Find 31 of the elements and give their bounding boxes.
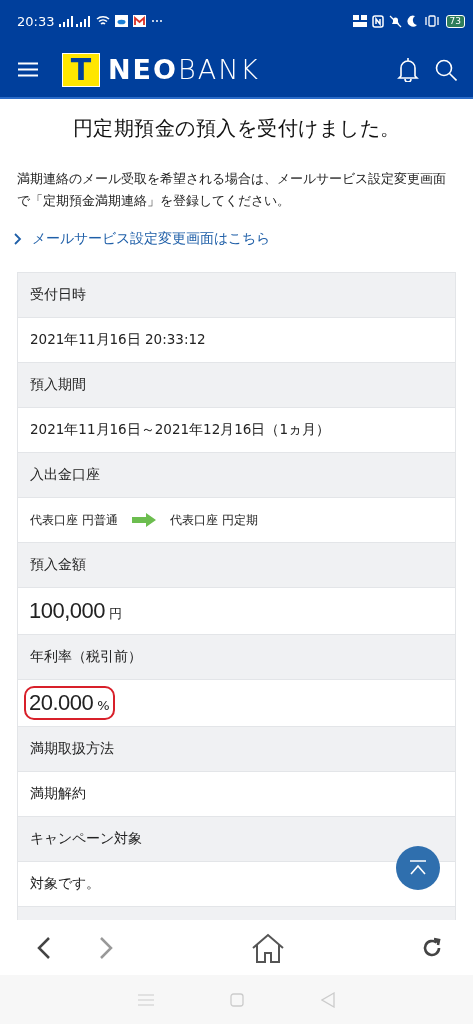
bell-icon[interactable]	[397, 57, 419, 82]
muted-bell-icon	[388, 14, 402, 28]
wifi-icon	[96, 15, 111, 27]
page-title: 円定期預金の預入を受付けました。	[71, 116, 402, 142]
more-icon	[151, 19, 164, 23]
nfc-icon	[371, 14, 384, 28]
arrow-top-icon	[409, 860, 427, 876]
cloud-app-icon	[115, 15, 129, 27]
reload-icon[interactable]	[421, 936, 443, 959]
vibrate-icon	[422, 15, 441, 27]
mail-settings-link[interactable]: メールサービス設定変更画面はこちら	[14, 229, 270, 248]
amount-value: 100,000 円	[28, 597, 124, 625]
chevron-right-icon	[14, 232, 22, 245]
highlighted-amount: 20.000 %	[24, 686, 115, 720]
clock-time: 20:33	[17, 13, 55, 29]
source-account: 代表口座 円普通	[30, 511, 118, 529]
field-value: 満期解約	[18, 772, 455, 817]
field-value: 対象です。	[18, 862, 455, 907]
arrow-right-icon	[131, 513, 156, 527]
forward-icon[interactable]	[98, 935, 114, 960]
home-icon[interactable]	[250, 932, 285, 963]
mail-app-icon	[133, 15, 147, 27]
battery-indicator: 73	[445, 14, 465, 28]
destination-account: 代表口座 円定期	[169, 511, 258, 529]
field-value: 2021年11月16日 20:33:12	[18, 318, 455, 363]
signal-icon	[59, 15, 92, 27]
search-icon[interactable]	[435, 58, 457, 81]
back-icon[interactable]	[36, 935, 52, 960]
field-value: 2021年11月16日～2021年12月16日（1ヵ月）	[18, 408, 455, 453]
moon-icon	[406, 15, 418, 27]
notice-text: 満期連絡のメール受取を希望される場合は、メールサービス設定変更画面で「定期預金満期連絡」を登録してください。	[17, 170, 447, 210]
